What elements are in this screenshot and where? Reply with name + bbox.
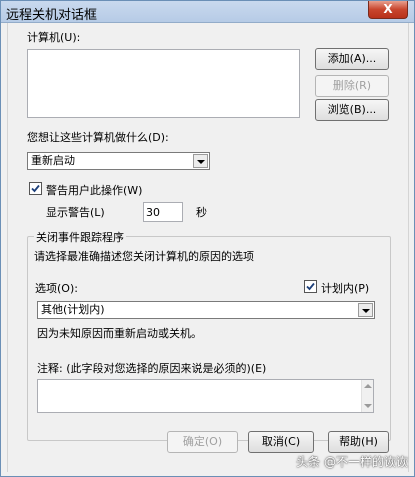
warn-label: 警告用户此操作(W) — [46, 184, 143, 197]
chevron-down-icon[interactable] — [193, 154, 208, 168]
reason-select[interactable]: 其他(计划内) — [37, 301, 375, 319]
remote-shutdown-dialog: 远程关机对话框 X 计算机(U): 添加(A)... 删除(R) 浏览(B)..… — [0, 0, 415, 477]
chevron-down-icon[interactable] — [358, 303, 373, 317]
checkmark-icon — [31, 184, 40, 193]
display-warning-label: 显示警告(L) — [46, 206, 105, 219]
scroll-down-icon[interactable] — [364, 404, 372, 408]
reason-description: 因为未知原因而重新启动或关机。 — [37, 327, 202, 340]
cancel-button[interactable]: 取消(C) — [248, 431, 314, 453]
options-label: 选项(O): — [35, 282, 78, 295]
action-label: 您想让这些计算机做什么(D): — [27, 131, 169, 144]
scroll-up-icon[interactable] — [364, 384, 372, 388]
action-select[interactable]: 重新启动 — [27, 152, 210, 170]
seconds-unit-label: 秒 — [196, 206, 207, 219]
comment-label: 注释: (此字段对您选择的原因来说是必须的)(E) — [37, 362, 267, 375]
watermark-text: 头条 @不一样的诙诙 — [296, 455, 408, 469]
action-select-value: 重新启动 — [31, 154, 75, 167]
warning-seconds-input[interactable] — [143, 202, 183, 222]
add-button[interactable]: 添加(A)... — [315, 48, 389, 70]
ok-button[interactable]: 确定(O) — [167, 431, 238, 453]
planned-checkbox[interactable] — [304, 280, 317, 293]
tracker-description: 请选择最准确描述您关闭计算机的原因的选项 — [34, 250, 254, 263]
planned-label: 计划内(P) — [321, 282, 370, 295]
remove-button[interactable]: 删除(R) — [315, 75, 389, 97]
warn-checkbox[interactable] — [29, 182, 42, 195]
computers-label: 计算机(U): — [27, 31, 81, 44]
reason-select-value: 其他(计划内) — [41, 303, 105, 316]
checkmark-icon — [306, 282, 315, 291]
close-button[interactable]: X — [368, 1, 408, 19]
dialog-content: 计算机(U): 添加(A)... 删除(R) 浏览(B)... 您想让这些计算机… — [7, 23, 409, 472]
computer-list[interactable] — [27, 49, 300, 118]
help-button[interactable]: 帮助(H) — [328, 431, 389, 453]
window-title: 远程关机对话框 — [6, 8, 98, 23]
title-bar: 远程关机对话框 X — [1, 1, 414, 23]
comment-scrollbar[interactable] — [361, 380, 373, 412]
browse-button[interactable]: 浏览(B)... — [315, 99, 389, 121]
tracker-group-title: 关闭事件跟踪程序 — [34, 229, 126, 245]
comment-textarea[interactable] — [37, 379, 374, 413]
